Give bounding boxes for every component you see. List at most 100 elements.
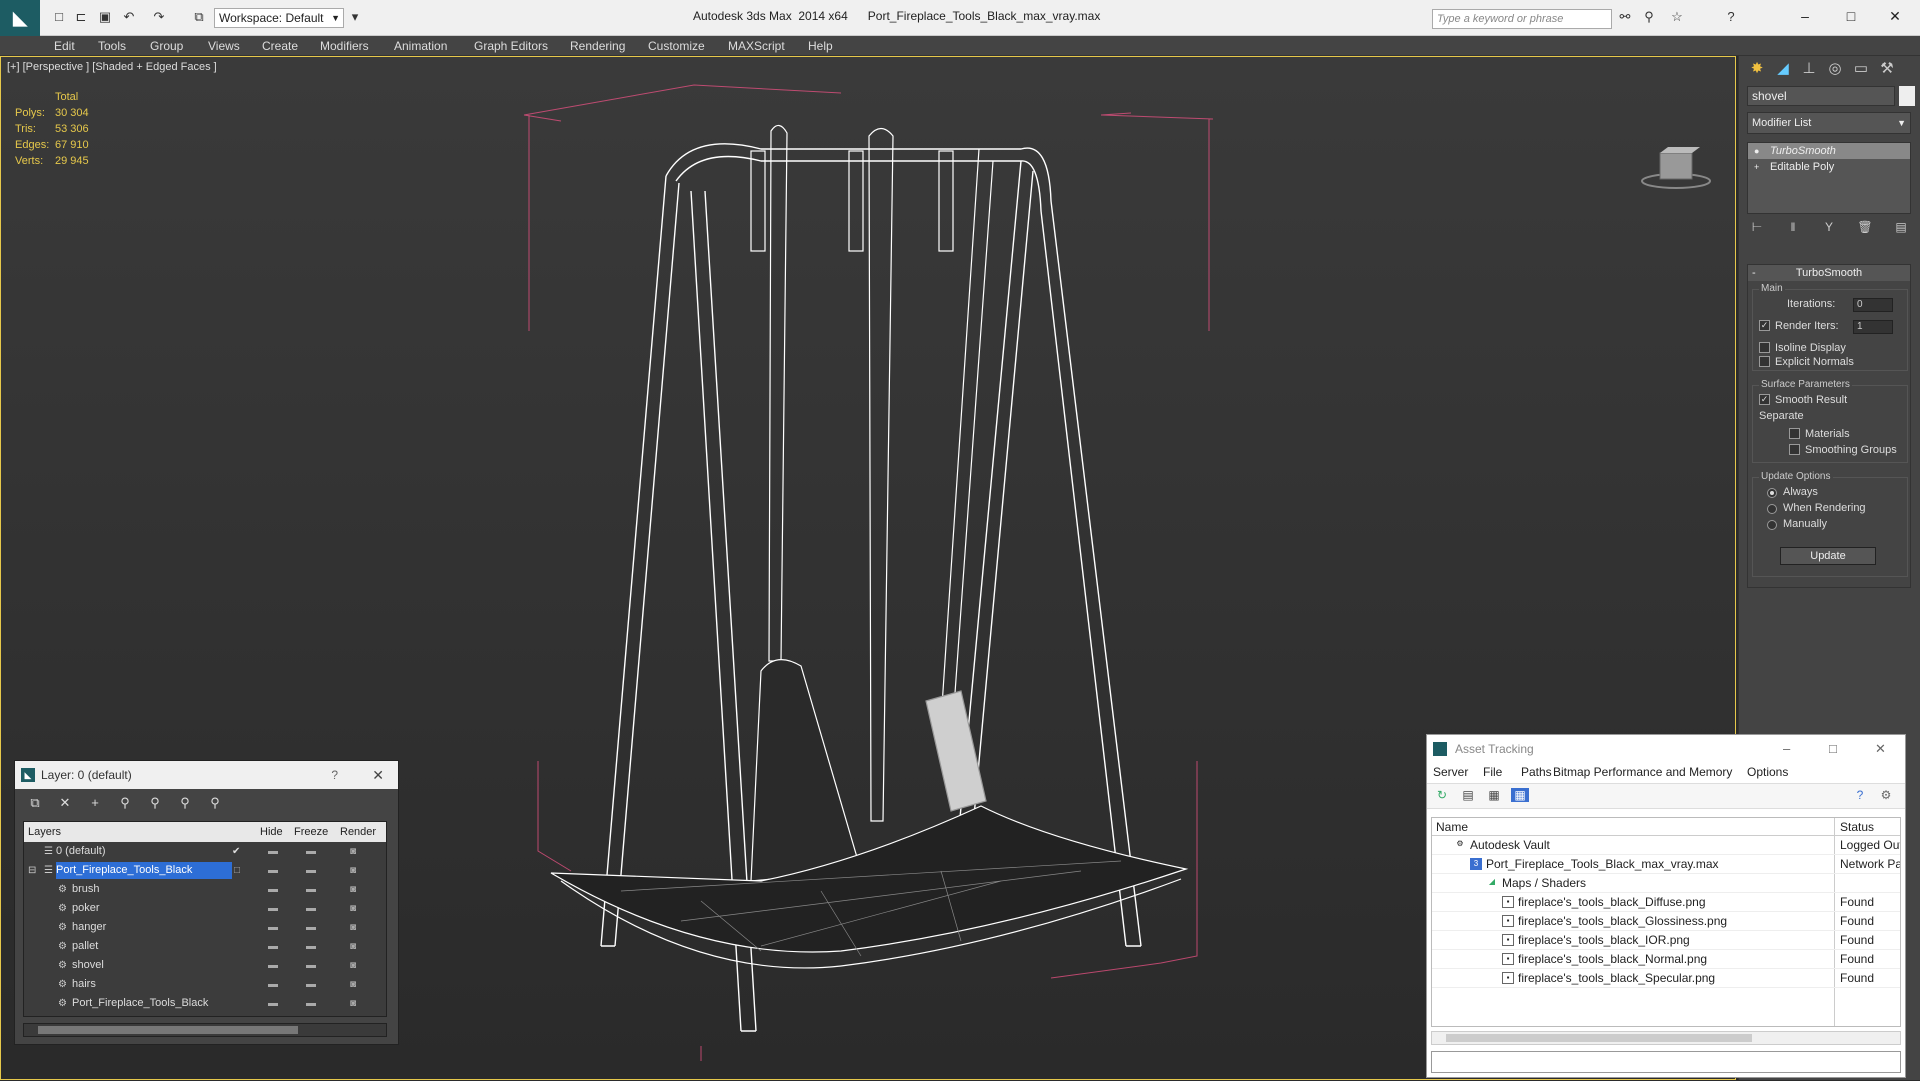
maximize-icon[interactable]: □ [1836,6,1866,26]
freeze-toggle[interactable]: ▬ [306,861,316,880]
render-toggle-icon[interactable]: ◙ [350,880,356,899]
render-toggle-icon[interactable]: ◙ [350,842,356,861]
hide-toggle[interactable]: ▬ [268,956,278,975]
menu-paths[interactable]: Paths [1521,765,1552,779]
project-folder-icon[interactable]: ⧉ [190,8,208,26]
binoculars-icon[interactable]: ⚯ [1616,8,1634,26]
highlight-layer-icon[interactable]: ⚲ [145,795,165,811]
freeze-toggle[interactable]: ▬ [306,994,316,1013]
iterations-spinner[interactable]: 0 [1853,298,1893,312]
asset-row[interactable]: ⚙ Autodesk Vault Logged Out [1432,836,1900,855]
menu-edit[interactable]: Edit [54,39,75,53]
manually-radio[interactable] [1767,520,1777,530]
hide-toggle[interactable]: ▬ [268,937,278,956]
column-freeze[interactable]: Freeze [294,822,328,842]
layer-row[interactable]: ⚙ poker ▬ ▬ ◙ [24,899,386,918]
remove-modifier-icon[interactable]: 🗑 [1855,220,1875,240]
menu-views[interactable]: Views [208,39,240,53]
asset-row[interactable]: ▪ fireplace's_tools_black_Normal.png Found [1432,950,1900,969]
hide-toggle[interactable]: ▬ [268,918,278,937]
show-end-result-icon[interactable]: ‖ [1783,220,1803,240]
pin-stack-icon[interactable]: ⊢ [1747,220,1767,240]
lightbulb-icon[interactable]: ● [1754,146,1764,156]
expand-icon[interactable]: + [1754,162,1764,172]
column-name[interactable]: Name [1436,818,1468,836]
menu-customize[interactable]: Customize [648,39,705,53]
hide-toggle[interactable]: ▬ [268,861,278,880]
layer-row[interactable]: ☰ 0 (default) ✔ ▬ ▬ ◙ [24,842,386,861]
help-button[interactable]: ? [331,761,338,789]
modify-tab-icon[interactable]: ◢ [1771,58,1795,80]
create-tab-icon[interactable]: ✸ [1745,58,1769,80]
horizontal-scrollbar[interactable] [23,1023,387,1037]
asset-row[interactable]: ▪ fireplace's_tools_black_Glossiness.png F… [1432,912,1900,931]
freeze-toggle[interactable]: ▬ [306,918,316,937]
asset-row[interactable]: ▪ fireplace's_tools_black_Diffuse.png Foun… [1432,893,1900,912]
menu-modifiers[interactable]: Modifiers [320,39,369,53]
current-layer-check-icon[interactable]: ✔ [232,842,240,861]
column-layers[interactable]: Layers [28,822,61,842]
explicit-normals-checkbox[interactable] [1759,356,1770,367]
menu-maxscript[interactable]: MAXScript [728,39,785,53]
column-status[interactable]: Status [1840,818,1874,836]
scrollbar-thumb[interactable] [38,1026,298,1034]
undo-icon[interactable]: ↶ [120,8,138,26]
freeze-toggle[interactable]: ▬ [306,956,316,975]
menu-options[interactable]: Options [1747,765,1788,779]
hierarchy-tab-icon[interactable]: ⊥ [1797,58,1821,80]
asset-row[interactable]: 3 Port_Fireplace_Tools_Black_max_vray.max… [1432,855,1900,874]
freeze-toggle[interactable]: ▬ [306,937,316,956]
add-to-layer-icon[interactable]: + [85,795,105,810]
layer-row[interactable]: ⚙ hanger ▬ ▬ ◙ [24,918,386,937]
current-layer-checkbox[interactable]: □ [234,861,240,880]
table-view-icon[interactable]: ▦ [1511,788,1529,802]
viewcube[interactable] [1641,147,1711,192]
thumbnail-view-icon[interactable]: ▦ [1485,788,1503,802]
list-view-icon[interactable]: ▤ [1459,788,1477,802]
close-icon[interactable]: ✕ [372,761,384,789]
collapse-icon[interactable]: ⊟ [28,861,36,880]
always-radio[interactable] [1767,488,1777,498]
menu-help[interactable]: Help [808,39,833,53]
make-unique-icon[interactable]: Y [1819,220,1839,240]
render-toggle-icon[interactable]: ◙ [350,899,356,918]
render-toggle-icon[interactable]: ◙ [350,937,356,956]
freeze-toggle[interactable]: ▬ [306,880,316,899]
object-name-field[interactable]: shovel [1747,86,1895,106]
delete-layer-icon[interactable]: ✕ [55,795,75,811]
customize-arrow-icon[interactable]: ▾ [346,8,364,26]
when-rendering-radio[interactable] [1767,504,1777,514]
layer-row[interactable]: ⊟ ☰ Port_Fireplace_Tools_Black □ ▬ ▬ ◙ [24,861,386,880]
help-icon[interactable]: ? [1851,788,1869,802]
open-file-icon[interactable]: ⊏ [72,8,90,26]
hide-toggle[interactable]: ▬ [268,842,278,861]
menu-rendering[interactable]: Rendering [570,39,625,53]
freeze-all-layers-icon[interactable]: ⚲ [205,795,225,811]
asset-path-field[interactable] [1431,1051,1901,1073]
render-toggle-icon[interactable]: ◙ [350,918,356,937]
workspace-dropdown[interactable]: Workspace: Default ▼ [214,8,344,28]
menu-animation[interactable]: Animation [394,39,447,53]
layer-row[interactable]: ⚙ Port_Fireplace_Tools_Black ▬ ▬ ◙ [24,994,386,1013]
freeze-toggle[interactable]: ▬ [306,842,316,861]
layer-row[interactable]: ⚙ shovel ▬ ▬ ◙ [24,956,386,975]
materials-checkbox[interactable] [1789,428,1800,439]
freeze-toggle[interactable]: ▬ [306,899,316,918]
menu-bitmap-performance[interactable]: Bitmap Performance and Memory [1553,765,1732,779]
help-icon[interactable]: ? [1722,8,1740,26]
hide-toggle[interactable]: ▬ [268,994,278,1013]
search-input[interactable]: Type a keyword or phrase [1432,9,1612,29]
smoothing-groups-checkbox[interactable] [1789,444,1800,455]
hide-toggle[interactable]: ▬ [268,975,278,994]
object-color-swatch[interactable] [1899,86,1915,106]
column-hide[interactable]: Hide [260,822,283,842]
hide-toggle[interactable]: ▬ [268,899,278,918]
menu-create[interactable]: Create [262,39,298,53]
hide-all-layers-icon[interactable]: ⚲ [175,795,195,811]
asset-row[interactable]: ◢ Maps / Shaders [1432,874,1900,893]
render-toggle-icon[interactable]: ◙ [350,956,356,975]
stack-item-turbosmooth[interactable]: ● TurboSmooth [1748,143,1910,159]
menu-file[interactable]: File [1483,765,1502,779]
create-layer-icon[interactable]: ⧉ [25,795,45,811]
utilities-tab-icon[interactable]: ⚒ [1875,58,1899,80]
